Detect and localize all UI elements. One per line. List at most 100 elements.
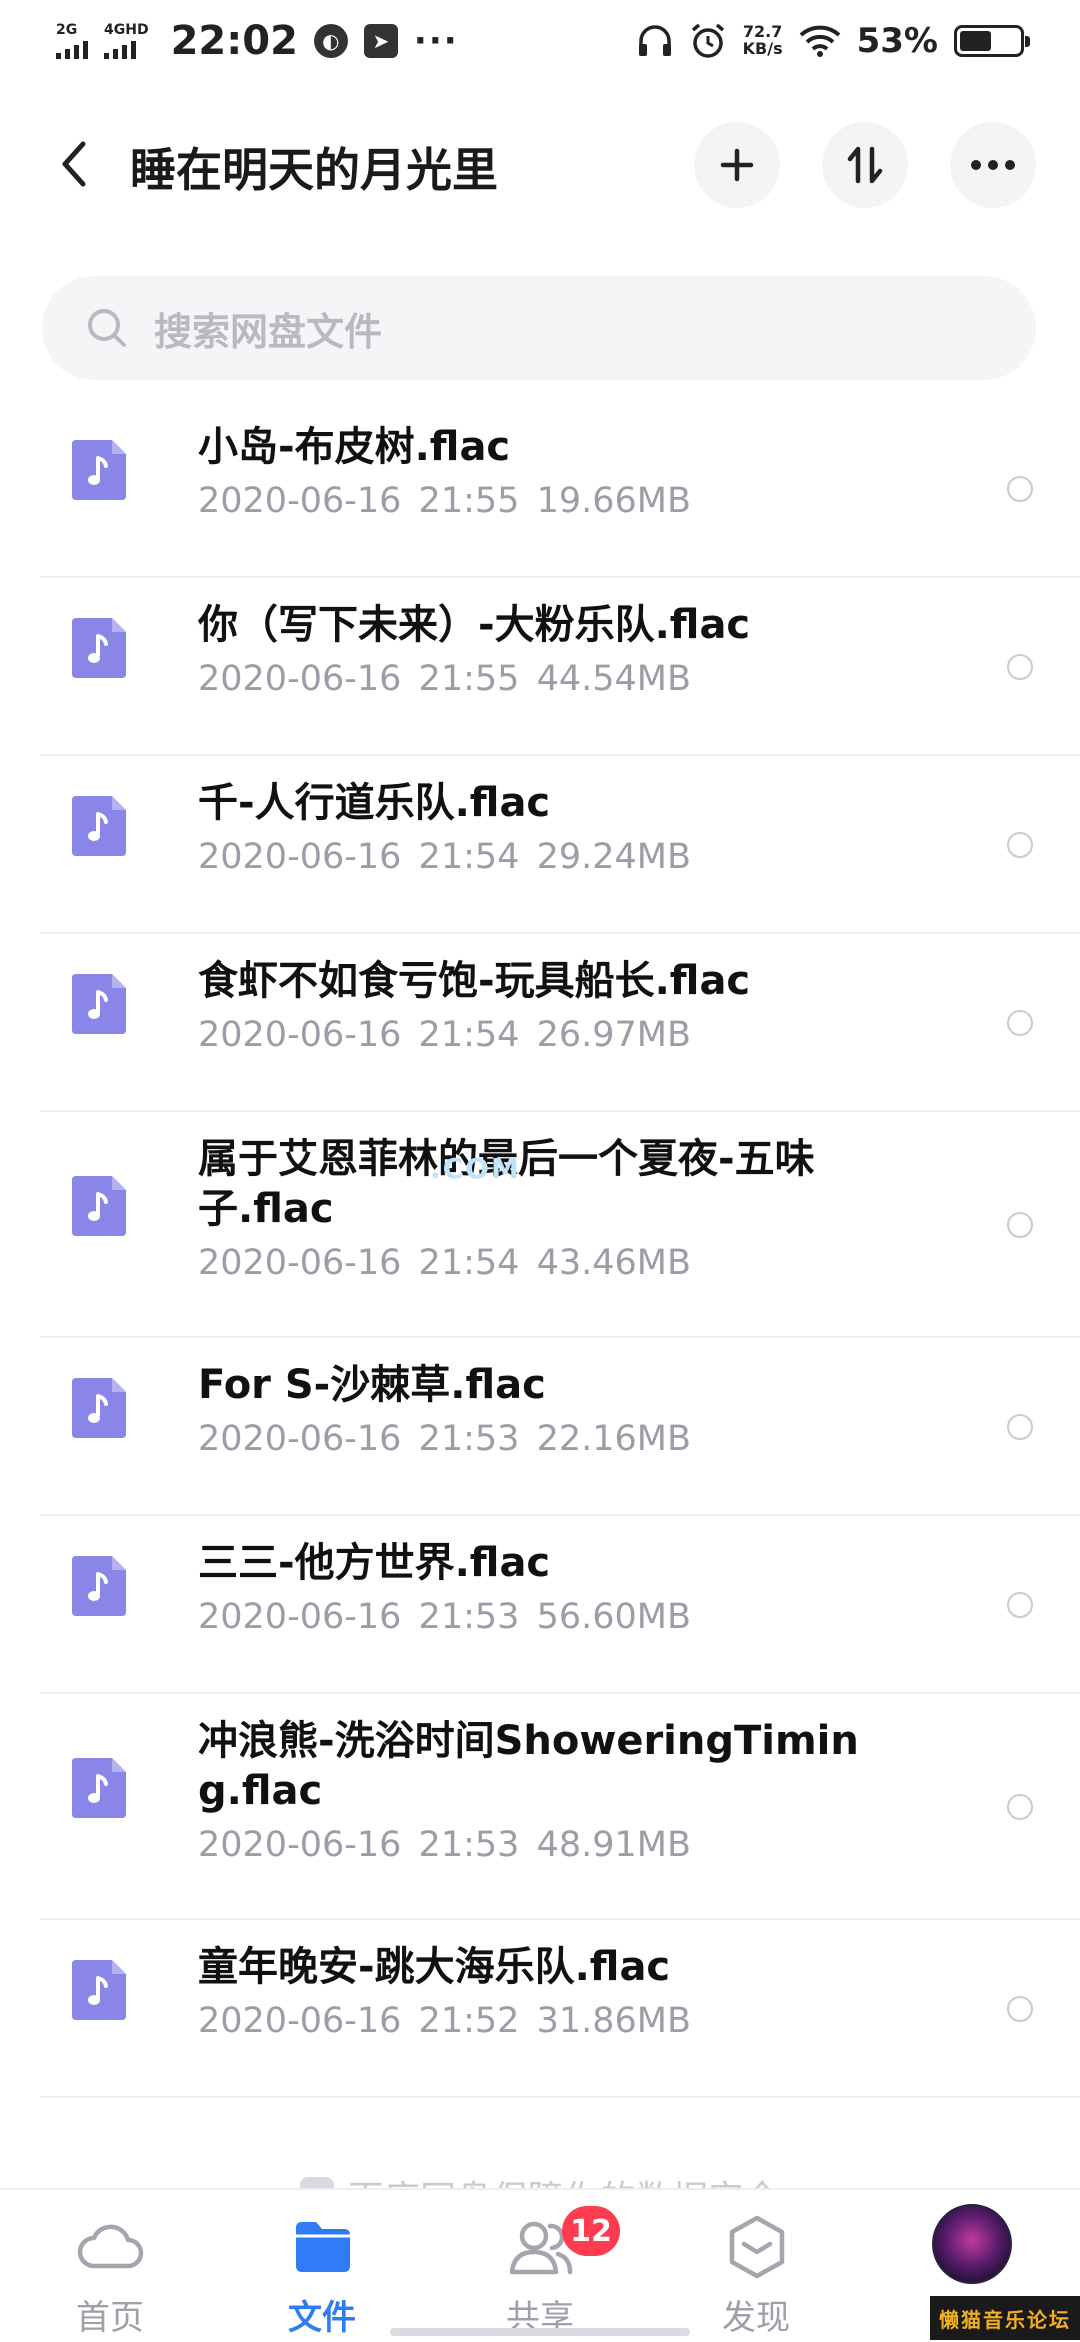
file-size: 48.91MB	[536, 1825, 691, 1865]
select-checkbox[interactable]	[1007, 654, 1033, 680]
select-checkbox[interactable]	[1007, 1414, 1033, 1440]
file-meta: 2020-06-16 21:54 43.46MB	[198, 1238, 878, 1288]
back-button[interactable]	[44, 126, 104, 202]
file-time: 21:55	[418, 481, 520, 521]
page-title: 睡在明天的月光里	[130, 143, 498, 197]
select-checkbox[interactable]	[1007, 1996, 1033, 2022]
network-4g: 4GHD	[104, 23, 149, 59]
network-2g: 2G	[56, 23, 88, 59]
file-meta: 2020-06-16 21:53 56.60MB	[198, 1592, 1018, 1642]
file-row[interactable]: 千-人行道乐队.flac 2020-06-16 21:54 29.24MB	[0, 756, 1080, 934]
file-size: 29.24MB	[536, 837, 691, 877]
file-info: For S-沙棘草.flac 2020-06-16 21:53 22.16MB	[198, 1360, 1018, 1464]
cloud-icon	[77, 2224, 144, 2269]
select-checkbox[interactable]	[1007, 1592, 1033, 1618]
chevron-left-icon	[62, 141, 86, 187]
music-file-icon	[72, 440, 126, 500]
nav-discover-label: 发现	[722, 2298, 790, 2338]
file-name: 你（写下未来）-大粉乐队.flac	[198, 602, 751, 648]
file-list: 小岛-布皮树.flac 2020-06-16 21:55 19.66MB 你（写下未…	[0, 400, 1080, 2098]
file-size: 22.16MB	[536, 1419, 691, 1459]
file-row[interactable]: 食虾不如食亏饱-玩具船长.flac 2020-06-16 21:54 26.97M…	[0, 934, 1080, 1112]
file-time: 21:53	[418, 1597, 520, 1637]
search-bar[interactable]: 搜索网盘文件	[42, 276, 1036, 380]
clock: 22:02	[170, 18, 298, 64]
file-row[interactable]: 三三-他方世界.flac 2020-06-16 21:53 56.60MB	[0, 1516, 1080, 1694]
share-badge: 12	[562, 2206, 620, 2256]
file-date: 2020-06-16	[198, 1419, 402, 1459]
nav-home[interactable]: 首页	[40, 2190, 180, 2342]
network-speed: 72.7 KB/s	[742, 23, 783, 58]
file-time: 21:55	[418, 659, 520, 699]
file-name: 食虾不如食亏饱-玩具船长.flac	[198, 958, 751, 1004]
music-file-icon	[72, 1960, 126, 2020]
file-name: 属于艾恩菲林的最后一个夏夜-五味子.flac	[198, 1136, 815, 1232]
file-meta: 2020-06-16 21:54 29.24MB	[198, 832, 1018, 882]
file-info: 食虾不如食亏饱-玩具船长.flac 2020-06-16 21:54 26.97M…	[198, 956, 1018, 1060]
file-row[interactable]: 属于艾恩菲林的最后一个夏夜-五味子.flac 2020-06-16 21:54 4…	[0, 1112, 1080, 1338]
status-right: 72.7 KB/s 53%	[637, 21, 1030, 61]
more-icon	[971, 160, 1015, 170]
file-date: 2020-06-16	[198, 1243, 402, 1283]
plus-icon	[720, 148, 754, 182]
more-button[interactable]	[950, 122, 1036, 208]
signal-bars-icon	[56, 39, 88, 59]
music-file-icon	[72, 974, 126, 1034]
file-date: 2020-06-16	[198, 481, 402, 521]
network-2g-label: 2G	[56, 22, 78, 38]
sort-button[interactable]	[822, 122, 908, 208]
file-info: 你（写下未来）-大粉乐队.flac 2020-06-16 21:55 44.54M…	[198, 600, 1018, 704]
cube-icon	[729, 2215, 785, 2279]
battery-icon	[954, 25, 1030, 57]
file-meta: 2020-06-16 21:53 22.16MB	[198, 1414, 1018, 1464]
home-indicator[interactable]	[390, 2328, 690, 2336]
music-file-icon	[72, 1758, 126, 1818]
file-row[interactable]: 小岛-布皮树.flac 2020-06-16 21:55 19.66MB	[0, 400, 1080, 578]
file-row[interactable]: 童年晚安-跳大海乐队.flac 2020-06-16 21:52 31.86MB	[0, 1920, 1080, 2098]
file-row[interactable]: 冲浪熊-洗浴时间ShoweringTiming.flac 2020-06-16 2…	[0, 1694, 1080, 1920]
folder-icon	[296, 2222, 350, 2272]
file-meta: 2020-06-16 21:54 26.97MB	[198, 1010, 1018, 1060]
file-meta: 2020-06-16 21:52 31.86MB	[198, 1996, 1018, 2046]
more-notifications-icon: ···	[413, 21, 459, 61]
file-size: 19.66MB	[536, 481, 691, 521]
speed-unit: KB/s	[742, 39, 783, 58]
file-size: 31.86MB	[536, 2001, 691, 2041]
file-name: 千-人行道乐队.flac	[198, 780, 551, 826]
signal-bars-icon	[104, 39, 149, 59]
file-meta: 2020-06-16 21:55 19.66MB	[198, 476, 1018, 526]
music-file-icon	[72, 1176, 126, 1236]
file-meta: 2020-06-16 21:55 44.54MB	[198, 654, 1018, 704]
select-checkbox[interactable]	[1007, 832, 1033, 858]
file-time: 21:53	[418, 1419, 520, 1459]
file-info: 小岛-布皮树.flac 2020-06-16 21:55 19.66MB	[198, 422, 1018, 526]
sort-icon	[847, 146, 883, 184]
file-row[interactable]: 你（写下未来）-大粉乐队.flac 2020-06-16 21:55 44.54M…	[0, 578, 1080, 756]
add-button[interactable]	[694, 122, 780, 208]
file-date: 2020-06-16	[198, 2001, 402, 2041]
send-icon: ➤	[363, 24, 398, 58]
file-info: 冲浪熊-洗浴时间ShoweringTiming.flac 2020-06-16 2…	[198, 1716, 878, 1870]
battery-level	[960, 31, 991, 51]
nav-files[interactable]: 文件	[252, 2190, 392, 2342]
select-checkbox[interactable]	[1007, 1794, 1033, 1820]
select-checkbox[interactable]	[1007, 1010, 1033, 1036]
search-input[interactable]: 搜索网盘文件	[154, 301, 382, 356]
file-row[interactable]: For S-沙棘草.flac 2020-06-16 21:53 22.16MB	[0, 1338, 1080, 1516]
alarm-icon	[691, 23, 724, 58]
file-info: 童年晚安-跳大海乐队.flac 2020-06-16 21:52 31.86MB	[198, 1942, 1018, 2046]
nav-discover[interactable]: 发现	[686, 2190, 826, 2342]
select-checkbox[interactable]	[1007, 476, 1033, 502]
file-time: 21:53	[418, 1825, 520, 1865]
file-meta: 2020-06-16 21:53 48.91MB	[198, 1820, 878, 1870]
nav-files-label: 文件	[288, 2298, 356, 2338]
avatar[interactable]	[932, 2204, 1012, 2284]
header: 睡在明天的月光里	[0, 100, 1080, 230]
file-info: 属于艾恩菲林的最后一个夏夜-五味子.flac 2020-06-16 21:54 4…	[198, 1134, 878, 1288]
file-time: 21:52	[418, 2001, 520, 2041]
select-checkbox[interactable]	[1007, 1212, 1033, 1238]
search-icon	[88, 309, 126, 347]
file-size: 44.54MB	[536, 659, 691, 699]
file-name: 小岛-布皮树.flac	[198, 424, 511, 470]
row-divider	[40, 2096, 1080, 2098]
